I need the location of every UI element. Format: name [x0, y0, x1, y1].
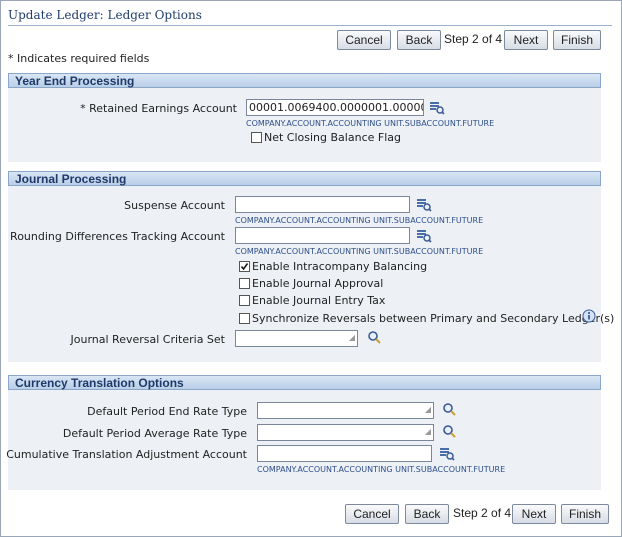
net-closing-label: Net Closing Balance Flag — [264, 131, 401, 144]
suspense-account-label: Suspense Account — [124, 199, 225, 212]
journal-entry-tax-checkbox[interactable] — [239, 295, 250, 306]
title-divider — [8, 25, 612, 26]
search-icon[interactable] — [442, 424, 457, 442]
cta-account-label: Cumulative Translation Adjustment Accoun… — [6, 448, 247, 461]
finish-button-bottom[interactable]: Finish — [561, 504, 609, 524]
search-icon[interactable] — [442, 402, 457, 420]
cancel-button-bottom[interactable]: Cancel — [345, 504, 399, 524]
account-lookup-icon[interactable] — [416, 228, 432, 247]
rounding-account-hint: COMPANY.ACCOUNT.ACCOUNTING UNIT.SUBACCOU… — [235, 247, 484, 256]
net-closing-checkbox[interactable] — [251, 132, 262, 143]
suspense-account-hint: COMPANY.ACCOUNT.ACCOUNTING UNIT.SUBACCOU… — [235, 216, 484, 225]
rounding-account-input[interactable] — [235, 227, 410, 244]
intercompany-checkbox[interactable] — [239, 261, 250, 272]
finish-button-top[interactable]: Finish — [553, 30, 601, 50]
suspense-account-input[interactable] — [235, 196, 410, 213]
intercompany-label: Enable Intracompany Balancing — [252, 260, 428, 273]
journal-approval-checkbox[interactable] — [239, 278, 250, 289]
rounding-account-label: Rounding Differences Tracking Account — [10, 230, 225, 243]
end-rate-type-input[interactable]: ◢ — [257, 402, 434, 419]
back-button-top[interactable]: Back — [397, 30, 441, 50]
journal-approval-label: Enable Journal Approval — [252, 277, 384, 290]
reversal-criteria-label: Journal Reversal Criteria Set — [70, 333, 226, 346]
year-end-header: Year End Processing — [8, 73, 601, 88]
journal-entry-tax-label: Enable Journal Entry Tax — [252, 294, 386, 307]
avg-rate-type-label: Default Period Average Rate Type — [62, 427, 247, 440]
currency-header: Currency Translation Options — [8, 375, 601, 390]
avg-rate-type-input[interactable]: ◢ — [257, 424, 434, 441]
end-rate-type-label: Default Period End Rate Type — [87, 405, 247, 418]
journal-header: Journal Processing — [8, 171, 601, 186]
account-lookup-icon[interactable] — [439, 446, 455, 465]
next-button-bottom[interactable]: Next — [512, 504, 556, 524]
next-button-top[interactable]: Next — [504, 30, 548, 50]
retained-earnings-input[interactable]: 00001.0069400.0000001.0000001.0 — [246, 99, 424, 116]
cta-account-input[interactable] — [257, 445, 432, 462]
retained-earnings-label: * Retained Earnings Account — [80, 102, 237, 115]
reversal-criteria-input[interactable]: ◢ — [235, 330, 358, 347]
search-icon[interactable] — [367, 330, 382, 348]
account-lookup-icon[interactable] — [429, 100, 445, 119]
cancel-button-top[interactable]: Cancel — [337, 30, 391, 50]
retained-earnings-hint: COMPANY.ACCOUNT.ACCOUNTING UNIT.SUBACCOU… — [246, 119, 495, 128]
sync-reversals-label: Synchronize Reversals between Primary an… — [252, 312, 615, 325]
info-icon[interactable] — [582, 309, 596, 326]
step-indicator-bottom: Step 2 of 4 — [453, 506, 512, 520]
step-indicator-top: Step 2 of 4 — [444, 32, 503, 46]
account-lookup-icon[interactable] — [416, 197, 432, 216]
sync-reversals-checkbox[interactable] — [239, 313, 250, 324]
cta-account-hint: COMPANY.ACCOUNT.ACCOUNTING UNIT.SUBACCOU… — [257, 465, 506, 474]
required-fields-note: * Indicates required fields — [8, 52, 150, 65]
page-title: Update Ledger: Ledger Options — [8, 8, 202, 22]
back-button-bottom[interactable]: Back — [405, 504, 449, 524]
